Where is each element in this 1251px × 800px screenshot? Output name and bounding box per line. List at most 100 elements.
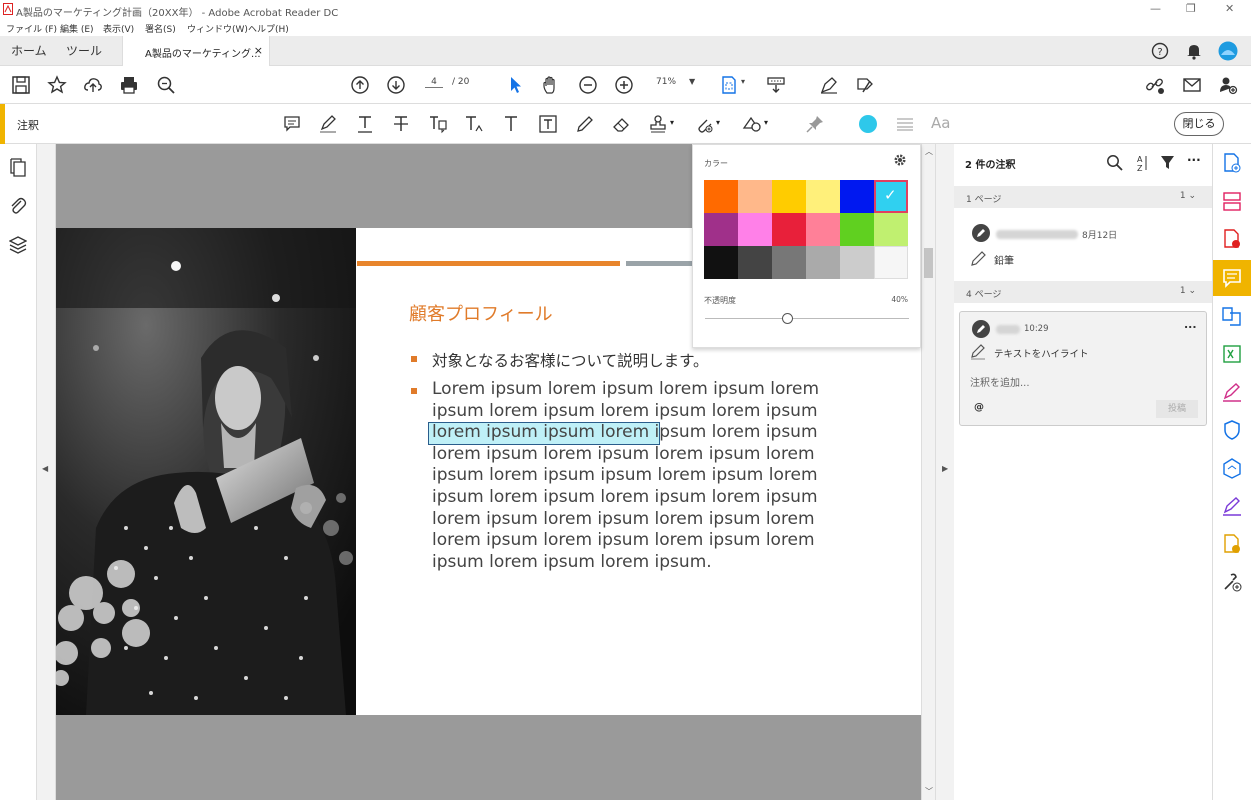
- menu-window[interactable]: ウィンドウ(W): [187, 22, 248, 35]
- menu-file[interactable]: ファイル (F): [6, 22, 57, 35]
- scroll-down-icon[interactable]: ﹀: [925, 786, 933, 797]
- next-page-icon[interactable]: [386, 75, 406, 95]
- share-link-icon[interactable]: [1145, 75, 1165, 95]
- strikethrough-icon[interactable]: [391, 114, 411, 134]
- comment-more-icon[interactable]: ...: [1184, 318, 1197, 331]
- opacity-slider-track[interactable]: [705, 318, 909, 319]
- color-swatch[interactable]: [806, 213, 840, 246]
- color-swatch[interactable]: [806, 180, 840, 213]
- account-avatar-icon[interactable]: [1218, 41, 1238, 61]
- request-signature-icon[interactable]: [1221, 495, 1243, 517]
- fill-sign-icon[interactable]: [855, 75, 875, 95]
- pin-icon[interactable]: [805, 114, 825, 134]
- page-number-input[interactable]: 4: [425, 77, 443, 88]
- hand-tool-icon[interactable]: [541, 75, 561, 95]
- zoom-out-icon[interactable]: [578, 75, 598, 95]
- color-swatch[interactable]: [772, 213, 806, 246]
- sign-pen-icon[interactable]: [819, 75, 839, 95]
- font-properties-label[interactable]: Aa: [931, 114, 950, 132]
- scroll-up-icon[interactable]: ︿: [925, 146, 933, 157]
- vertical-scrollbar[interactable]: ︿ ﹀: [921, 144, 935, 800]
- add-text-icon[interactable]: [501, 114, 521, 134]
- protect-shield-icon[interactable]: [1221, 419, 1243, 441]
- comment-card-selected[interactable]: 10:29 ... テキストをハイライト 注釈を追加... @ 投稿: [959, 311, 1207, 426]
- filter-icon[interactable]: [1160, 155, 1175, 170]
- close-tab-icon[interactable]: ×: [254, 44, 263, 57]
- excel-export-icon[interactable]: [1221, 343, 1243, 365]
- print-icon[interactable]: [119, 75, 139, 95]
- attach-chevron-icon[interactable]: ▾: [716, 118, 720, 127]
- eraser-icon[interactable]: [611, 114, 631, 134]
- minimize-button[interactable]: —: [1150, 2, 1161, 15]
- cloud-upload-icon[interactable]: [83, 75, 103, 95]
- color-swatch[interactable]: ✓: [874, 180, 908, 213]
- insert-text-icon[interactable]: [464, 114, 484, 134]
- color-swatch[interactable]: [738, 180, 772, 213]
- menu-view[interactable]: 表示(V): [103, 22, 134, 35]
- scrollbar-thumb[interactable]: [924, 248, 933, 278]
- add-user-icon[interactable]: [1218, 75, 1238, 95]
- zoom-level-dropdown[interactable]: 71%: [656, 77, 676, 87]
- zoom-in-icon[interactable]: [614, 75, 634, 95]
- page-group-header[interactable]: 4 ページ 1 ⌄: [954, 281, 1212, 303]
- tab-tools[interactable]: ツール: [66, 42, 102, 59]
- reply-input[interactable]: 注釈を追加...: [970, 374, 1030, 389]
- layers-icon[interactable]: [9, 235, 27, 255]
- help-icon[interactable]: ?: [1151, 42, 1169, 60]
- page-thumbnails-icon[interactable]: [9, 158, 27, 178]
- active-color-icon[interactable]: [858, 114, 878, 134]
- send-for-review-icon[interactable]: [1221, 457, 1243, 479]
- collapse-right-icon[interactable]: ▶: [942, 464, 948, 473]
- create-pdf-icon[interactable]: [1221, 152, 1243, 174]
- page-group-header[interactable]: 1 ページ 1 ⌄: [954, 186, 1212, 208]
- convert-pdf-icon[interactable]: [1221, 305, 1243, 327]
- tab-home[interactable]: ホーム: [11, 42, 47, 59]
- color-swatch[interactable]: [704, 180, 738, 213]
- settings-gear-icon[interactable]: [893, 153, 907, 167]
- highlight-icon[interactable]: [318, 114, 338, 134]
- comment-tool-icon[interactable]: [1221, 267, 1243, 289]
- scroll-mode-icon[interactable]: [766, 75, 786, 95]
- color-swatch[interactable]: [772, 246, 806, 279]
- email-icon[interactable]: [1182, 75, 1202, 95]
- zoom-chevron-icon[interactable]: ▼: [689, 77, 695, 86]
- search-icon[interactable]: [1106, 154, 1123, 171]
- more-options-icon[interactable]: ···: [1187, 153, 1201, 167]
- right-panel-toggle[interactable]: ▶: [935, 144, 954, 800]
- pencil-icon[interactable]: [575, 114, 595, 134]
- restore-button[interactable]: ❐: [1186, 2, 1196, 15]
- color-swatch[interactable]: [874, 213, 908, 246]
- sort-icon[interactable]: AZ: [1134, 154, 1148, 172]
- menu-sign[interactable]: 署名(S): [145, 22, 176, 35]
- color-swatch[interactable]: [874, 246, 908, 279]
- menu-edit[interactable]: 編集 (E): [60, 22, 94, 35]
- color-swatch[interactable]: [704, 213, 738, 246]
- more-tools-document-icon[interactable]: [1221, 533, 1243, 555]
- stamp-chevron-icon[interactable]: ▾: [670, 118, 674, 127]
- attach-file-icon[interactable]: [694, 114, 714, 134]
- color-swatch[interactable]: [840, 246, 874, 279]
- zoom-search-icon[interactable]: [156, 75, 176, 95]
- color-swatch[interactable]: [704, 246, 738, 279]
- color-swatch[interactable]: [772, 180, 806, 213]
- comment-item[interactable]: 8月12日 鉛筆: [954, 208, 1212, 280]
- opacity-slider-handle[interactable]: [781, 313, 793, 324]
- close-comment-button[interactable]: 閉じる: [1174, 112, 1224, 136]
- star-icon[interactable]: [47, 75, 67, 95]
- expand-left-icon[interactable]: ◀: [42, 464, 48, 473]
- post-button[interactable]: 投稿: [1156, 400, 1198, 418]
- line-weight-icon[interactable]: [895, 114, 915, 134]
- color-swatch[interactable]: [738, 246, 772, 279]
- select-cursor-icon[interactable]: [506, 75, 526, 95]
- mention-button[interactable]: @: [974, 402, 984, 413]
- color-swatch[interactable]: [840, 180, 874, 213]
- replace-text-icon[interactable]: [428, 114, 448, 134]
- previous-page-icon[interactable]: [350, 75, 370, 95]
- page-fit-icon[interactable]: [719, 75, 739, 95]
- attachments-icon[interactable]: [9, 196, 27, 216]
- shapes-chevron-icon[interactable]: ▾: [764, 118, 768, 127]
- stamp-icon[interactable]: [648, 114, 668, 134]
- text-box-icon[interactable]: [538, 114, 558, 134]
- close-window-button[interactable]: ✕: [1225, 2, 1234, 15]
- menu-help[interactable]: ヘルプ(H): [248, 22, 289, 35]
